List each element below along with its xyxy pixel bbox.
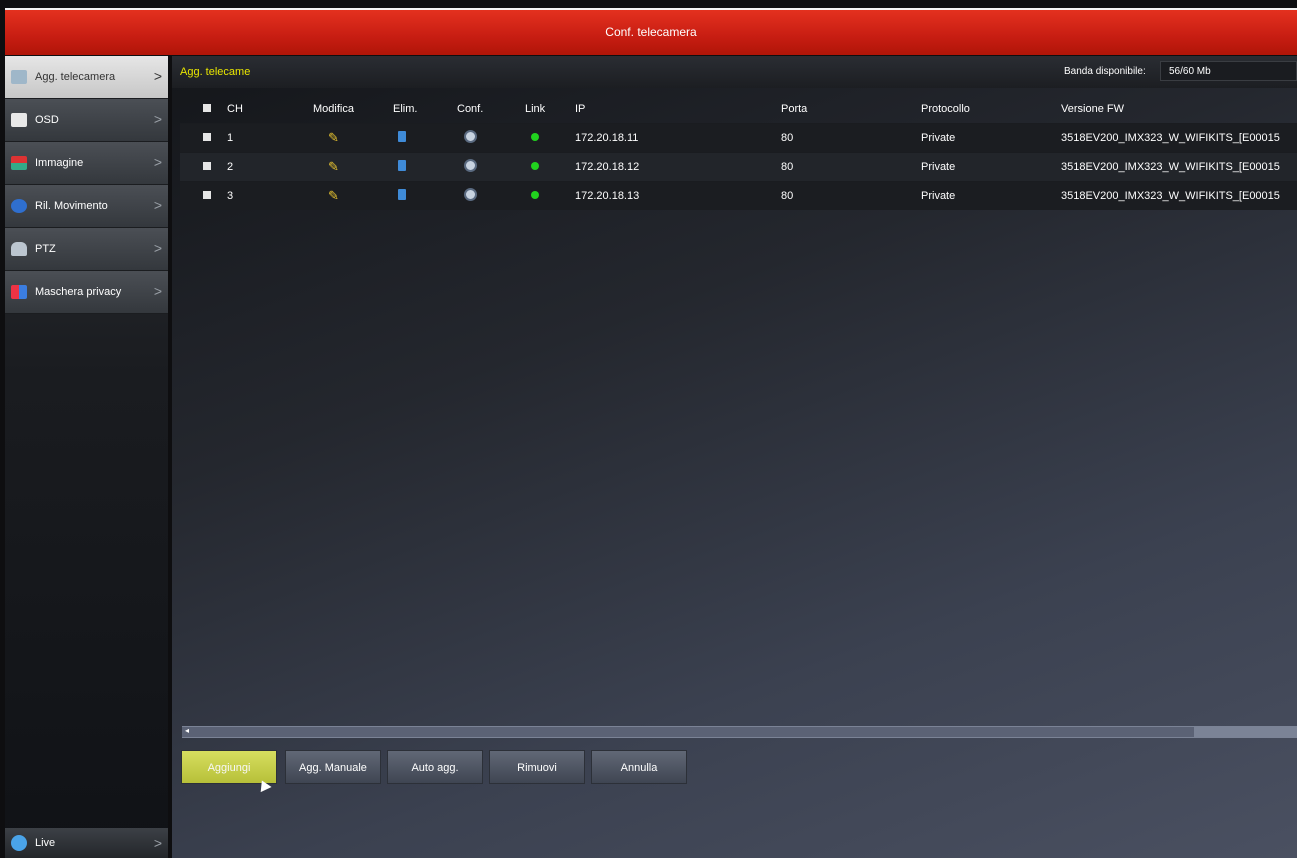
sidebar-item-label: PTZ (35, 243, 56, 255)
bandwidth-value: 56/60 Mb (1160, 61, 1297, 81)
protocol-cell: Private (920, 181, 1060, 210)
table-row: 2 ✎ 172.20.18.12 80 Private 3518EV200_IM… (180, 152, 1297, 182)
edit-icon[interactable]: ✎ (328, 130, 339, 145)
row-checkbox[interactable] (203, 191, 211, 199)
port-cell: 80 (780, 181, 920, 210)
row-checkbox[interactable] (203, 133, 211, 141)
edit-icon[interactable]: ✎ (328, 188, 339, 203)
manual-add-button[interactable]: Agg. Manuale (285, 750, 381, 784)
protocol-cell: Private (920, 152, 1060, 182)
sidebar-item-add-camera[interactable]: Agg. telecamera > (5, 56, 168, 99)
ch-cell: 2 (226, 152, 312, 182)
chevron-right-icon: > (153, 197, 162, 213)
page-title: Agg. telecame (180, 66, 251, 78)
main-panel: Agg. telecame Banda disponibile: 56/60 M… (172, 56, 1297, 858)
image-icon (11, 156, 27, 170)
privacy-mask-icon (11, 285, 27, 299)
scrollbar-thumb[interactable] (182, 727, 1194, 737)
column-header: Link (525, 102, 546, 115)
osd-icon (11, 113, 27, 127)
delete-icon[interactable] (398, 189, 406, 200)
cancel-button[interactable]: Annulla (591, 750, 687, 784)
chevron-right-icon: > (153, 835, 162, 851)
live-label: Live (35, 837, 56, 849)
column-header: CH (227, 102, 243, 115)
row-checkbox[interactable] (203, 162, 211, 170)
link-status-icon (531, 191, 539, 199)
sidebar-item-label: Ril. Movimento (35, 200, 108, 212)
link-status-icon (531, 133, 539, 141)
column-header: Conf. (457, 102, 484, 115)
ptz-icon (11, 242, 27, 256)
column-header: Protocollo (921, 102, 970, 115)
sidebar-item-ptz[interactable]: PTZ > (5, 228, 168, 271)
link-status-icon (531, 162, 539, 170)
column-header: Porta (781, 102, 808, 115)
main-header: Agg. telecame Banda disponibile: 56/60 M… (172, 56, 1297, 88)
ip-cell: 172.20.18.11 (574, 123, 780, 153)
sidebar-item-label: Maschera privacy (35, 286, 122, 298)
motion-icon (11, 199, 27, 213)
table-row: 1 ✎ 172.20.18.11 80 Private 3518EV200_IM… (180, 123, 1297, 153)
window-title: Conf. telecamera (605, 25, 697, 39)
config-icon[interactable] (464, 188, 477, 201)
edit-icon[interactable]: ✎ (328, 159, 339, 174)
select-all-checkbox[interactable] (203, 103, 211, 112)
chevron-right-icon: > (153, 154, 162, 170)
ip-cell: 172.20.18.12 (574, 152, 780, 182)
config-icon[interactable] (464, 159, 477, 172)
bandwidth-label: Banda disponibile: (1064, 66, 1146, 77)
fw-cell: 3518EV200_IMX323_W_WIFIKITS_[E00015 (1060, 181, 1297, 210)
protocol-cell: Private (920, 123, 1060, 153)
ip-cell: 172.20.18.13 (574, 181, 780, 210)
remove-button[interactable]: Rimuovi (489, 750, 585, 784)
live-icon (11, 835, 27, 851)
sidebar: Agg. telecamera > OSD > Immagine > Ril. … (5, 56, 168, 858)
column-header: IP (575, 102, 586, 115)
delete-icon[interactable] (398, 160, 406, 171)
column-header: Versione FW (1061, 102, 1124, 115)
chevron-right-icon: > (153, 240, 162, 256)
window-title-bar: Conf. telecamera (5, 8, 1297, 55)
fw-cell: 3518EV200_IMX323_W_WIFIKITS_[E00015 (1060, 123, 1297, 153)
chevron-right-icon: > (153, 68, 162, 84)
fw-cell: 3518EV200_IMX323_W_WIFIKITS_[E00015 (1060, 152, 1297, 182)
sidebar-item-label: Agg. telecamera (35, 71, 116, 83)
sidebar-item-motion[interactable]: Ril. Movimento > (5, 185, 168, 228)
table-header-row: CH Modifica Elim. Conf. Link IP Porta Pr… (180, 94, 1297, 124)
horizontal-scrollbar[interactable]: ◂ (182, 726, 1297, 738)
sidebar-item-image[interactable]: Immagine > (5, 142, 168, 185)
auto-add-button[interactable]: Auto agg. (387, 750, 483, 784)
sidebar-item-privacy-mask[interactable]: Maschera privacy > (5, 271, 168, 314)
scroll-left-icon[interactable]: ◂ (185, 726, 189, 735)
sidebar-item-osd[interactable]: OSD > (5, 99, 168, 142)
chevron-right-icon: > (153, 283, 162, 299)
ch-cell: 1 (226, 123, 312, 153)
table-row: 3 ✎ 172.20.18.13 80 Private 3518EV200_IM… (180, 181, 1297, 210)
chevron-right-icon: > (153, 111, 162, 127)
config-icon[interactable] (464, 130, 477, 143)
column-header: Modifica (313, 102, 354, 115)
sidebar-item-label: OSD (35, 114, 59, 126)
delete-icon[interactable] (398, 131, 406, 142)
camera-table: CH Modifica Elim. Conf. Link IP Porta Pr… (180, 94, 1297, 210)
camera-icon (11, 70, 27, 84)
sidebar-item-live[interactable]: Live > (5, 828, 168, 858)
sidebar-item-label: Immagine (35, 157, 84, 169)
port-cell: 80 (780, 123, 920, 153)
ch-cell: 3 (226, 181, 312, 210)
column-header: Elim. (393, 102, 418, 115)
port-cell: 80 (780, 152, 920, 182)
